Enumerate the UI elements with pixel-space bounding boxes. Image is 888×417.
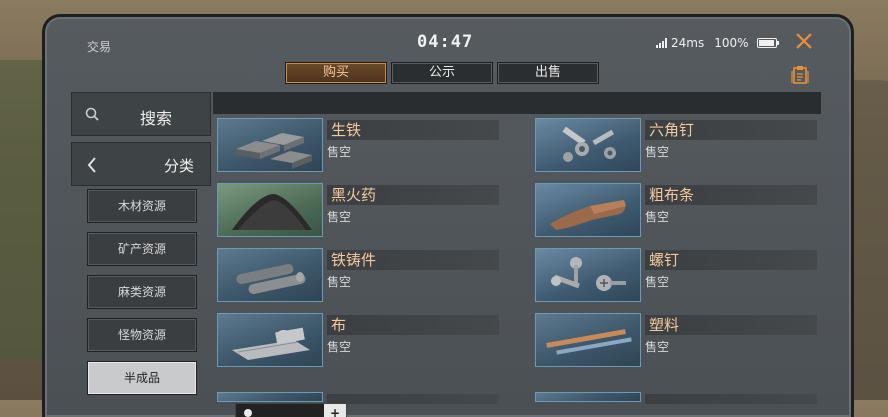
item-status: 售空 [327, 275, 352, 289]
screw-icon [535, 248, 641, 302]
add-currency-button[interactable]: + [324, 404, 346, 417]
pig-iron-icon [217, 118, 323, 172]
item-name: 塑料 [649, 316, 680, 334]
list-item[interactable]: 六角钉 售空 [535, 118, 825, 178]
item-status: 售空 [645, 275, 670, 289]
subcategory-hemp[interactable]: 麻类资源 [87, 275, 197, 309]
gunpowder-icon [217, 183, 323, 237]
item-name: 铁铸件 [331, 251, 377, 269]
list-item-partial[interactable] [217, 392, 507, 404]
item-name: 粗布条 [649, 186, 695, 204]
list-item[interactable]: 螺钉 售空 [535, 248, 825, 308]
cloth-roll-icon [217, 313, 323, 367]
list-item[interactable]: 塑料 售空 [535, 313, 825, 373]
subcategory-monster[interactable]: 怪物资源 [87, 318, 197, 352]
subcategory-wood[interactable]: 木材资源 [87, 189, 197, 223]
close-icon [796, 33, 812, 49]
tab-sell[interactable]: 出售 [497, 62, 599, 84]
coin-icon [244, 409, 252, 417]
iron-casting-icon [217, 248, 323, 302]
plastic-rod-icon [535, 313, 641, 367]
item-status: 售空 [327, 340, 352, 354]
list-item-partial[interactable] [535, 392, 825, 404]
item-list: 生铁 售空 六角钉 售空 黑火药 售空 粗布条 售空 铁铸件 售空 螺钉 售空 … [213, 92, 821, 417]
ping-value: 24ms [671, 36, 705, 50]
clock: 04:47 [417, 32, 474, 52]
search-label: 搜索 [140, 109, 173, 128]
network-status: 24ms 100% [656, 36, 779, 50]
item-status: 售空 [645, 340, 670, 354]
record-button[interactable] [791, 65, 809, 84]
battery-icon [756, 38, 779, 48]
item-status: 售空 [327, 210, 352, 224]
window-title: 交易 [87, 40, 112, 54]
item-status: 售空 [327, 145, 352, 159]
item-name: 黑火药 [331, 186, 377, 204]
subcategory-semi-finished[interactable]: 半成品 [87, 361, 197, 395]
list-item[interactable]: 布 售空 [217, 313, 507, 373]
item-name: 螺钉 [649, 251, 680, 269]
category-toggle[interactable]: 分类 [71, 142, 211, 186]
item-name: 六角钉 [649, 121, 695, 139]
clipboard-icon [791, 66, 809, 84]
item-name: 生铁 [331, 121, 362, 139]
currency-display: + [235, 403, 347, 417]
item-status: 售空 [645, 145, 670, 159]
search-icon [85, 107, 99, 121]
list-item[interactable]: 粗布条 售空 [535, 183, 825, 243]
close-button[interactable] [793, 31, 815, 53]
hex-nail-icon [535, 118, 641, 172]
category-label: 分类 [164, 157, 195, 175]
list-item[interactable]: 生铁 售空 [217, 118, 507, 178]
tab-announcement[interactable]: 公示 [391, 62, 493, 84]
trade-window: 交易 04:47 24ms 100% 购买 公示 出售 搜索 分类 木材资源 矿… [42, 14, 854, 417]
list-item[interactable]: 铁铸件 售空 [217, 248, 507, 308]
signal-icon [656, 38, 667, 48]
status-bar: 交易 04:47 24ms 100% [45, 17, 851, 67]
subcategory-mineral[interactable]: 矿产资源 [87, 232, 197, 266]
chevron-left-icon [87, 157, 96, 173]
item-status: 售空 [645, 210, 670, 224]
search-button[interactable]: 搜索 [71, 92, 211, 136]
cloth-strip-icon [535, 183, 641, 237]
tab-buy[interactable]: 购买 [285, 62, 387, 84]
list-item[interactable]: 黑火药 售空 [217, 183, 507, 243]
category-sidebar: 搜索 分类 木材资源 矿产资源 麻类资源 怪物资源 半成品 [71, 92, 211, 417]
item-name: 布 [331, 316, 347, 334]
trade-tabs: 购买 公示 出售 [285, 62, 599, 84]
list-header [213, 92, 821, 114]
battery-value: 100% [714, 36, 749, 50]
